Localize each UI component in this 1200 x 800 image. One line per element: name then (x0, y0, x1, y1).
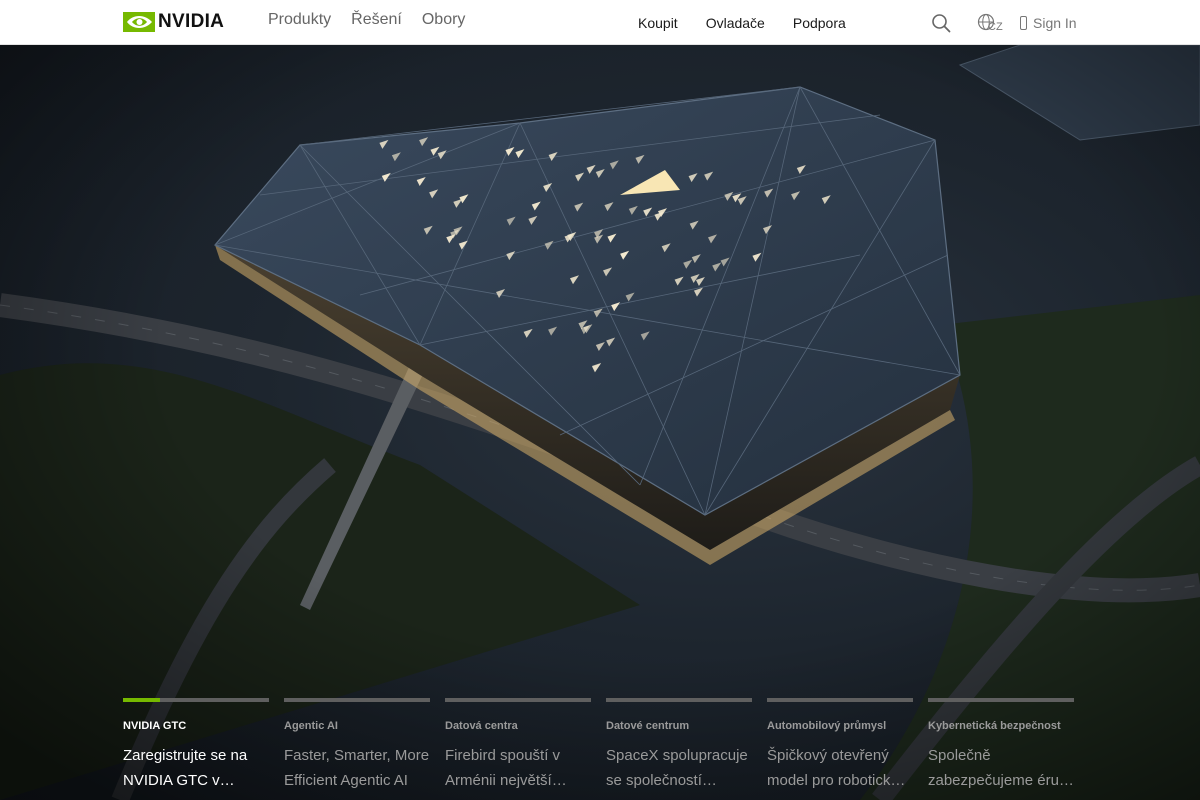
tab-category: Agentic AI (284, 720, 338, 732)
nav-item-buy[interactable]: Koupit (638, 15, 678, 31)
tab-title-line: SpaceX spolupracuje (606, 747, 748, 764)
tab-title-line: Faster, Smarter, More (284, 747, 430, 764)
nav-item-products[interactable]: Produkty (268, 11, 331, 29)
top-nav: NVIDIA Produkty Řešení Obory Koupit Ovla… (0, 0, 1200, 45)
tab-title-line: model pro robotick… (767, 772, 906, 789)
carousel-progress (445, 698, 591, 702)
tab-title: SpaceX spolupracuje se společností… (606, 743, 752, 793)
progress-fill (123, 698, 160, 702)
brand-wordmark: NVIDIA (158, 11, 225, 32)
tab-category: Datové centrum (606, 720, 690, 732)
primary-nav: Produkty Řešení Obory (268, 11, 485, 29)
sign-in-label: Sign In (1033, 15, 1077, 31)
nav-item-solutions[interactable]: Řešení (351, 11, 402, 29)
search-icon[interactable] (931, 13, 951, 33)
tab-title-line: Firebird spouští v (445, 747, 561, 764)
tab-category: Datová centra (445, 720, 518, 732)
nav-item-industries[interactable]: Obory (422, 11, 466, 29)
carousel-progress (284, 698, 430, 702)
carousel-tab[interactable]: Datové centrum SpaceX spolupracuje se sp… (606, 698, 752, 793)
tab-title-line: zabezpečujeme éru… (928, 772, 1074, 789)
tab-title-line: se společností… (606, 772, 717, 789)
tab-title: Špičkový otevřený model pro robotick… (767, 743, 913, 793)
tab-title: Společně zabezpečujeme éru… (928, 743, 1074, 793)
carousel-tab[interactable]: Datová centra Firebird spouští v Arménii… (445, 698, 591, 793)
nvidia-eye-icon (123, 12, 155, 32)
tab-title: Firebird spouští v Arménii největší… (445, 743, 591, 793)
carousel-tab[interactable]: Automobilový průmysl Špičkový otevřený m… (767, 698, 913, 793)
hero-image[interactable] (0, 45, 1200, 800)
region-label[interactable]: CZ (988, 21, 1003, 33)
tab-title-line: Efficient Agentic AI (284, 772, 408, 789)
carousel-progress (928, 698, 1074, 702)
carousel-progress (123, 698, 269, 702)
tab-title-line: Arménii největší… (445, 772, 567, 789)
tab-title: Zaregistrujte se na NVIDIA GTC v… (123, 743, 269, 793)
tab-title-line: Společně (928, 747, 991, 764)
nav-item-support[interactable]: Podpora (793, 15, 846, 31)
secondary-nav: Koupit Ovladače Podpora (638, 15, 874, 31)
tab-title: Faster, Smarter, More Efficient Agentic … (284, 743, 430, 793)
tab-title-line: NVIDIA GTC v… (123, 772, 235, 789)
carousel-tab[interactable]: Agentic AI Faster, Smarter, More Efficie… (284, 698, 430, 793)
tab-category: Automobilový průmysl (767, 720, 887, 732)
sign-in-button[interactable]: Sign In (1020, 15, 1077, 31)
carousel-progress (606, 698, 752, 702)
carousel-tab[interactable]: Kybernetická bezpečnost Společně zabezpe… (928, 698, 1074, 793)
news-carousel: NVIDIA GTC Zaregistrujte se na NVIDIA GT… (123, 698, 1076, 793)
user-icon (1020, 16, 1027, 30)
tab-title-line: Špičkový otevřený (767, 747, 889, 764)
nvidia-logo[interactable]: NVIDIA (123, 11, 224, 33)
nav-item-drivers[interactable]: Ovladače (706, 15, 765, 31)
carousel-tab[interactable]: NVIDIA GTC Zaregistrujte se na NVIDIA GT… (123, 698, 269, 793)
headquarters-building-illustration (0, 45, 1200, 800)
tab-category: Kybernetická bezpečnost (928, 720, 1061, 732)
tab-category: NVIDIA GTC (123, 720, 187, 732)
carousel-progress (767, 698, 913, 702)
tab-title-line: Zaregistrujte se na (123, 747, 248, 764)
